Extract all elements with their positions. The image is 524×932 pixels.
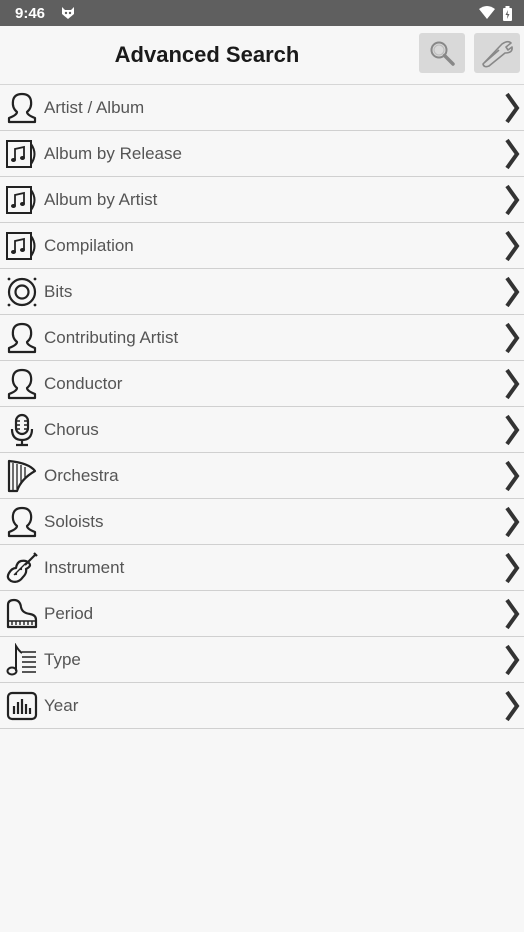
microphone-icon bbox=[10, 413, 34, 446]
list-item[interactable]: Conductor bbox=[0, 361, 524, 407]
settings-button[interactable] bbox=[474, 33, 520, 73]
list-item[interactable]: Period bbox=[0, 591, 524, 637]
list-item-label: Album by Release bbox=[44, 143, 182, 163]
wrench-icon bbox=[482, 40, 513, 68]
app-header: Advanced Search bbox=[0, 26, 524, 84]
list-item-label: Year bbox=[44, 695, 79, 715]
battery-icon bbox=[503, 5, 512, 21]
chevron-right-icon bbox=[505, 552, 520, 584]
list-item[interactable]: Instrument bbox=[0, 545, 524, 591]
list-item[interactable]: Bits bbox=[0, 269, 524, 315]
chevron-right-icon bbox=[505, 92, 520, 124]
person-icon bbox=[7, 506, 37, 537]
wifi-icon bbox=[479, 6, 495, 19]
bar-chart-icon bbox=[6, 691, 38, 720]
chevron-right-icon bbox=[505, 230, 520, 262]
chevron-right-icon bbox=[505, 460, 520, 492]
person-icon bbox=[7, 368, 37, 399]
album-icon bbox=[6, 139, 36, 168]
search-icon bbox=[430, 41, 455, 66]
chevron-right-icon bbox=[505, 138, 520, 170]
list-item[interactable]: Orchestra bbox=[0, 453, 524, 499]
status-bar: 9:46 bbox=[0, 0, 524, 26]
chevron-right-icon bbox=[505, 276, 520, 308]
list-item[interactable]: Year bbox=[0, 683, 524, 729]
list-item-label: Soloists bbox=[44, 511, 104, 531]
list-item-label: Orchestra bbox=[44, 465, 119, 485]
note-list-icon bbox=[6, 642, 36, 675]
list-item-label: Period bbox=[44, 603, 94, 623]
speaker-icon bbox=[7, 277, 37, 306]
harp-icon bbox=[7, 459, 37, 492]
list-item-label: Conductor bbox=[44, 373, 123, 393]
chevron-right-icon bbox=[505, 414, 520, 446]
page-title: Advanced Search bbox=[114, 42, 300, 67]
chevron-right-icon bbox=[505, 690, 520, 722]
list-item-label: Chorus bbox=[44, 419, 99, 439]
piano-icon bbox=[6, 598, 38, 628]
list-item-label: Bits bbox=[44, 281, 73, 301]
search-button[interactable] bbox=[419, 33, 465, 73]
chevron-right-icon bbox=[505, 322, 520, 354]
list-item[interactable]: Compilation bbox=[0, 223, 524, 269]
list-item[interactable]: Album by Release bbox=[0, 131, 524, 177]
album-icon bbox=[6, 185, 36, 214]
person-icon bbox=[7, 92, 37, 123]
person-icon bbox=[7, 322, 37, 353]
chevron-right-icon bbox=[505, 598, 520, 630]
violin-icon bbox=[6, 551, 38, 583]
chevron-right-icon bbox=[505, 368, 520, 400]
album-icon bbox=[6, 231, 36, 260]
list-item-label: Artist / Album bbox=[44, 97, 145, 117]
list-item-label: Type bbox=[44, 649, 81, 669]
chevron-right-icon bbox=[505, 506, 520, 538]
search-category-list: Artist / Album Album by Release Album by… bbox=[0, 84, 524, 729]
list-item-label: Instrument bbox=[44, 557, 125, 577]
list-item[interactable]: Contributing Artist bbox=[0, 315, 524, 361]
list-item[interactable]: Album by Artist bbox=[0, 177, 524, 223]
status-time: 9:46 bbox=[15, 4, 46, 22]
app-notification-icon bbox=[62, 7, 75, 19]
list-item-label: Compilation bbox=[44, 235, 134, 255]
list-item-label: Album by Artist bbox=[44, 189, 158, 209]
chevron-right-icon bbox=[505, 644, 520, 676]
list-item[interactable]: Soloists bbox=[0, 499, 524, 545]
chevron-right-icon bbox=[505, 184, 520, 216]
list-item[interactable]: Chorus bbox=[0, 407, 524, 453]
list-item-label: Contributing Artist bbox=[44, 327, 179, 347]
list-item[interactable]: Artist / Album bbox=[0, 85, 524, 131]
list-item[interactable]: Type bbox=[0, 637, 524, 683]
